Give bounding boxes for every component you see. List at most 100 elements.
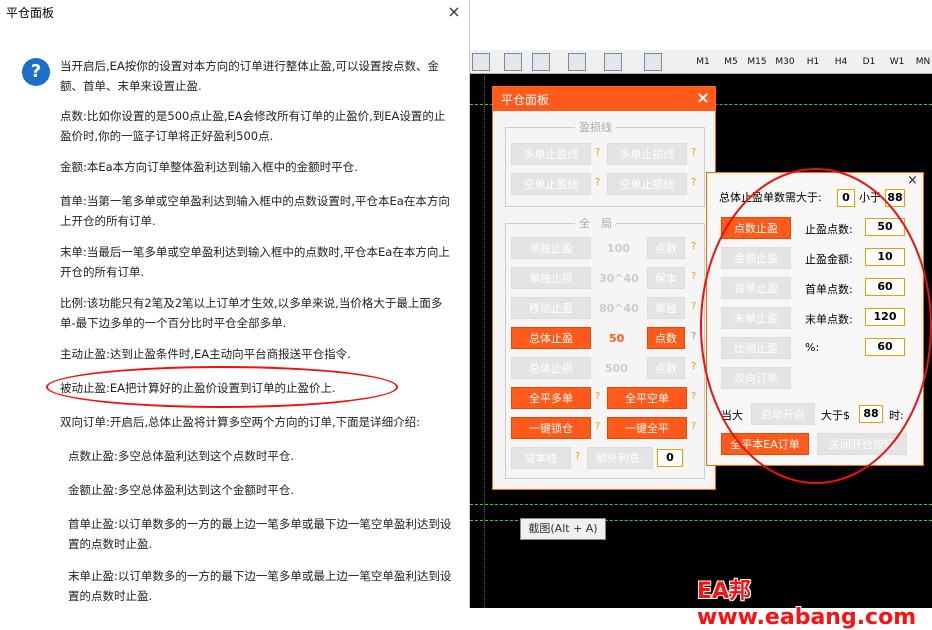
- tf-m5[interactable]: M5: [720, 53, 742, 71]
- help-icon[interactable]: ?: [595, 421, 600, 432]
- question-icon: ?: [22, 58, 50, 86]
- max-orders-label: 小于: [859, 191, 881, 204]
- help-para-passive: 被动止盈:EA把计算好的止盈价设置到订单的止盈价上.: [60, 381, 336, 395]
- amount-tp-button[interactable]: 金额止盈: [721, 247, 791, 269]
- time-label: 时:: [889, 409, 904, 422]
- total-tp-panel: × 总体止盈单数需大于: 0 小于 88 点数止盈 止盈点数: 50 金额止盈 …: [706, 172, 924, 466]
- grid-icon[interactable]: [472, 53, 490, 71]
- level-line: [470, 504, 932, 505]
- help-para-amount: 金额:本Ea本方向订单整体盈利达到输入框中的金额时平仓.: [60, 160, 358, 174]
- long-sl-line-button[interactable]: 多单止损线: [607, 143, 687, 165]
- points-button[interactable]: 点数: [647, 357, 685, 379]
- panel-header: 平仓面板 ×: [493, 87, 715, 111]
- help-icon[interactable]: ?: [691, 391, 696, 402]
- last-points-input[interactable]: 120: [865, 308, 905, 326]
- close-all-long-button[interactable]: 全平多单: [511, 387, 591, 409]
- period-sep-icon[interactable]: [504, 53, 522, 71]
- tf-h1[interactable]: H1: [802, 53, 824, 71]
- help-icon[interactable]: ?: [595, 391, 600, 402]
- add-indicator-icon[interactable]: [568, 53, 586, 71]
- close-icon[interactable]: ×: [693, 88, 713, 108]
- chart-toolbar: M1 M5 M15 M30 H1 H4 D1 W1 MN: [470, 50, 932, 74]
- tf-m30[interactable]: M30: [774, 53, 796, 71]
- group-label: 全 局: [575, 215, 616, 231]
- help-title: 平仓面板: [6, 6, 55, 20]
- single-tp-button[interactable]: 单独止盈: [511, 237, 591, 259]
- tf-m1[interactable]: M1: [692, 53, 714, 71]
- total-sl-button[interactable]: 总体止损: [511, 357, 591, 379]
- greater-than-input[interactable]: 88: [859, 405, 883, 423]
- clock-icon[interactable]: [604, 53, 622, 71]
- last-order-tp-button[interactable]: 末单止盈: [721, 307, 791, 329]
- when-label: 当大: [721, 409, 743, 422]
- extra-interest-input[interactable]: 0: [657, 449, 683, 467]
- tf-h4[interactable]: H4: [830, 53, 852, 71]
- single-sl-button[interactable]: 单独止损: [511, 267, 591, 289]
- first-order-tp-button[interactable]: 首单止盈: [721, 277, 791, 299]
- single-tp-value: 100: [607, 242, 630, 255]
- help-icon[interactable]: ?: [595, 147, 600, 158]
- greater-than-label: 大于$: [821, 409, 850, 422]
- help-icon[interactable]: ?: [691, 177, 696, 188]
- help-para-bidir-first: 首单止盈:以订单数多的一方的最上边一笔多单或最下边一笔空单盈利达到设置的点数时止…: [68, 517, 452, 551]
- help-para-first: 首单:当第一笔多单或空单盈利达到输入框中的点数设置时,平仓本Ea在本方向上开仓的…: [60, 194, 450, 228]
- help-para-last: 末单:当最后一笔多单或空单盈利达到输入框中的点数时,平仓本Ea在本方向上开仓的所…: [60, 245, 450, 279]
- close-open-buttons-button[interactable]: 关闭开仓按钮: [817, 433, 907, 455]
- breakeven-button[interactable]: 保本: [647, 267, 685, 289]
- total-sl-value: 500: [605, 362, 628, 375]
- max-orders-input[interactable]: 88: [885, 189, 905, 207]
- chart-top-blank: [470, 0, 932, 50]
- tf-mn[interactable]: MN: [912, 53, 932, 71]
- long-tp-line-button[interactable]: 多单止盈线: [511, 143, 591, 165]
- help-icon[interactable]: ?: [691, 301, 696, 312]
- ratio-tp-button[interactable]: 比例止盈: [721, 337, 791, 359]
- first-points-input[interactable]: 60: [865, 278, 905, 296]
- help-icon[interactable]: ?: [595, 177, 600, 188]
- group-label: 盈损线: [575, 119, 616, 135]
- tf-w1[interactable]: W1: [886, 53, 908, 71]
- help-icon[interactable]: ?: [691, 271, 696, 282]
- help-titlebar: 平仓面板 ×: [0, 0, 470, 26]
- total-tp-value: 50: [609, 332, 625, 345]
- extra-interest-label: 额外利息:: [587, 447, 653, 469]
- trailing-tp-button[interactable]: 移动止盈: [511, 297, 591, 319]
- points-button[interactable]: 点数: [647, 327, 685, 349]
- tf-d1[interactable]: D1: [858, 53, 880, 71]
- lock-button[interactable]: 一键锁仓: [511, 417, 591, 439]
- short-sl-line-button[interactable]: 空单止损线: [607, 173, 687, 195]
- min-orders-input[interactable]: 0: [837, 189, 855, 207]
- help-para-active: 主动止盈:达到止盈条件时,EA主动向平台商报送平仓指令.: [60, 347, 351, 361]
- trailing-tp-value: 80^40: [599, 302, 639, 315]
- tf-m15[interactable]: M15: [746, 53, 768, 71]
- close-all-short-button[interactable]: 全平空单: [607, 387, 687, 409]
- auto-enable-button[interactable]: 自动开启: [751, 403, 815, 425]
- close-all-button[interactable]: 一键全平: [607, 417, 687, 439]
- points-tp-button[interactable]: 点数止盈: [721, 217, 791, 239]
- grid-lines-icon[interactable]: [532, 53, 550, 71]
- ratio-label: %:: [805, 341, 820, 354]
- close-ea-orders-button[interactable]: 全平本EA订单: [721, 433, 809, 455]
- help-para-bidir: 双向订单:开启后,总体止盈将计算多空两个方向的订单,下面是详细介绍:: [60, 415, 421, 429]
- tp-points-input[interactable]: 50: [865, 218, 905, 236]
- single-button[interactable]: 单独: [647, 297, 685, 319]
- panel-title: 平仓面板: [501, 93, 550, 107]
- ratio-input[interactable]: 60: [865, 338, 905, 356]
- help-icon[interactable]: ?: [575, 451, 580, 462]
- help-para-bidir-last: 末单止盈:以订单数多的一方的最下边一笔多单或最上边一笔空单盈利达到设置的点数时止…: [68, 569, 452, 603]
- short-tp-line-button[interactable]: 空单止盈线: [511, 173, 591, 195]
- template-icon[interactable]: [644, 53, 662, 71]
- help-icon[interactable]: ?: [691, 361, 696, 372]
- single-sl-value: 30^40: [599, 272, 639, 285]
- screenshot-tooltip: 截图(Alt + A): [520, 518, 606, 540]
- points-button[interactable]: 点数: [647, 237, 685, 259]
- tp-amount-input[interactable]: 10: [865, 248, 905, 266]
- close-icon[interactable]: ×: [907, 173, 918, 188]
- help-icon[interactable]: ?: [691, 421, 696, 432]
- close-icon[interactable]: ×: [444, 1, 464, 23]
- cost-line-button[interactable]: 成本线: [511, 447, 571, 469]
- help-icon[interactable]: ?: [691, 147, 696, 158]
- total-tp-button[interactable]: 总体止盈: [511, 327, 591, 349]
- help-icon[interactable]: ?: [691, 331, 696, 342]
- bidirectional-button[interactable]: 双向订单: [721, 367, 791, 389]
- help-icon[interactable]: ?: [691, 241, 696, 252]
